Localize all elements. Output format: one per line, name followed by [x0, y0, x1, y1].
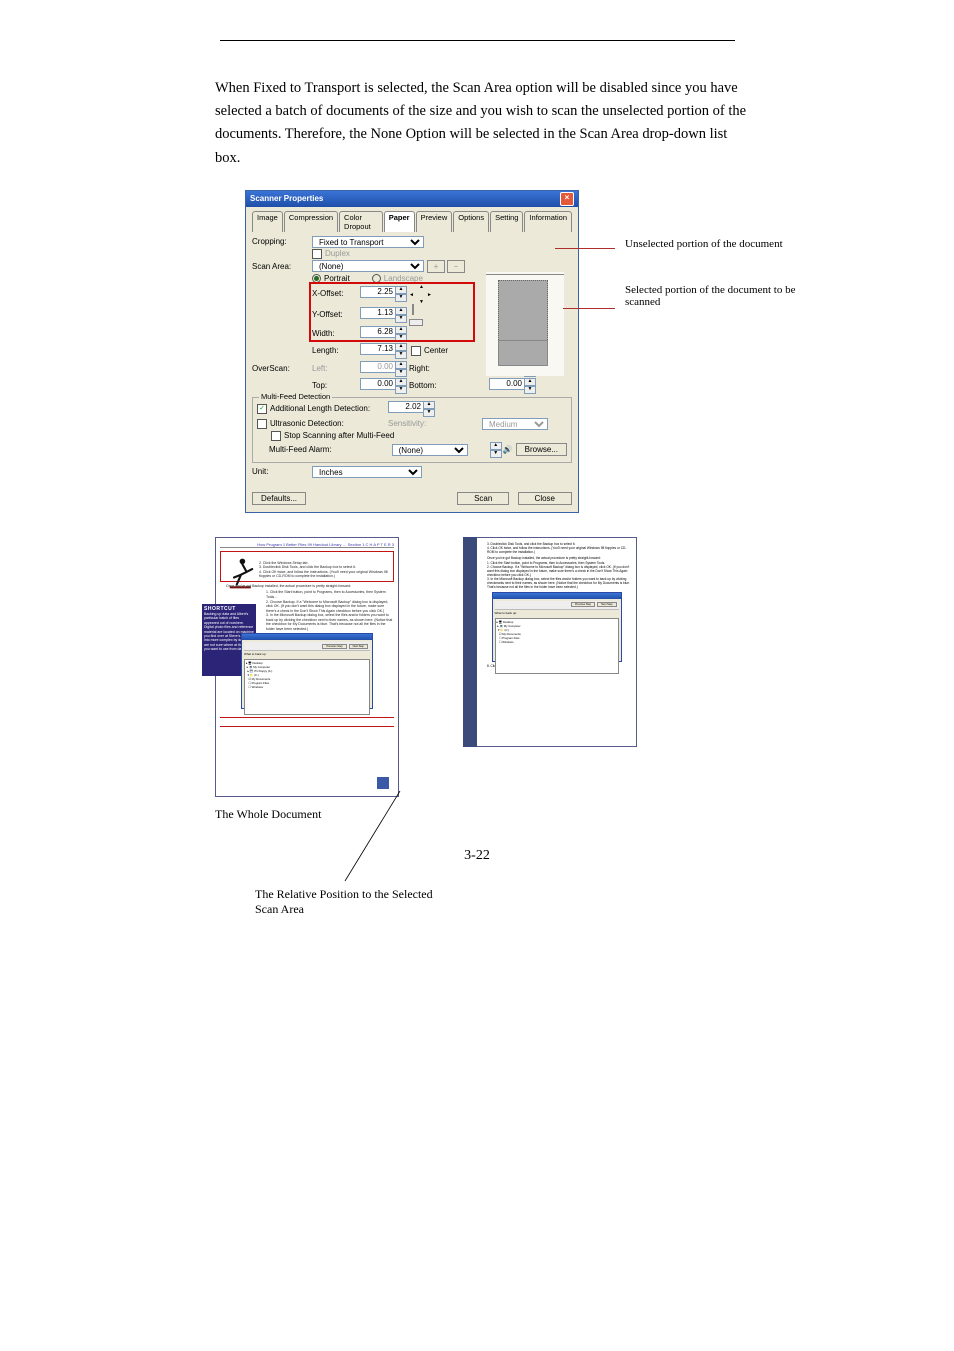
additional-length-label: Additional Length Detection: — [270, 404, 388, 413]
ultrasonic-label: Ultrasonic Detection: — [270, 419, 388, 428]
leader-line — [325, 791, 415, 891]
tab-bar: Image Compression Color Dropout Paper Pr… — [252, 211, 572, 232]
mini-backup-window: Previous StepNext Step What to back up: … — [241, 633, 373, 709]
page-number: 3-22 — [464, 848, 490, 864]
width-label: Width: — [312, 329, 360, 338]
width-input[interactable] — [360, 326, 396, 338]
scan-area-select[interactable]: (None) — [312, 260, 424, 272]
overscan-top-input[interactable] — [360, 378, 396, 390]
overscan-left-label: Left: — [312, 364, 360, 373]
alarm-label: Multi-Feed Alarm: — [269, 445, 392, 454]
stop-scanning-checkbox[interactable] — [271, 431, 281, 441]
unit-select[interactable]: Inches — [312, 466, 422, 478]
sensitivity-label: Sensitivity: — [388, 419, 434, 428]
center-label: Center — [424, 346, 448, 355]
tab-options[interactable]: Options — [453, 211, 489, 232]
ultrasonic-checkbox[interactable] — [257, 419, 267, 429]
scan-button[interactable]: Scan — [457, 492, 509, 505]
overscan-right-label: Right: — [409, 364, 439, 373]
defaults-button[interactable]: Defaults... — [252, 492, 306, 505]
chapter-bar: How Program 1 Better Files 99 Handout Li… — [220, 542, 394, 548]
duplex-checkbox — [312, 249, 322, 259]
tab-color-dropout[interactable]: Color Dropout — [339, 211, 383, 232]
tab-setting[interactable]: Setting — [490, 211, 523, 232]
additional-length-input[interactable] — [388, 401, 424, 413]
unit-label: Unit: — [252, 467, 312, 476]
additional-length-checkbox[interactable] — [257, 404, 267, 414]
tab-paper[interactable]: Paper — [384, 211, 415, 232]
dialog-title: Scanner Properties — [250, 194, 323, 203]
speaker-icon[interactable]: 🔊 — [503, 445, 513, 454]
overscan-top-label: Top: — [312, 381, 360, 390]
x-offset-label: X-Offset: — [312, 289, 360, 298]
example-whole-document: How Program 1 Better Files 99 Handout Li… — [215, 537, 399, 797]
scan-area-label: Scan Area: — [252, 262, 312, 271]
tab-preview[interactable]: Preview — [416, 211, 453, 232]
selected-scan-margin — [463, 537, 477, 747]
scan-area-add: + — [427, 260, 445, 273]
offset-joystick-icon[interactable]: ▲ ◄ ► ▼ — [409, 284, 431, 304]
overscan-left-input — [360, 361, 396, 373]
tab-image[interactable]: Image — [252, 211, 283, 232]
multi-feed-group: Multi-Feed Detection Additional Length D… — [252, 397, 572, 463]
sensitivity-select: Medium — [482, 418, 548, 430]
multi-feed-legend: Multi-Feed Detection — [259, 392, 332, 401]
alarm-select[interactable]: (None) — [392, 444, 468, 456]
landscape-label: Landscape — [384, 274, 423, 283]
selected-portion-note: Selected portion of the document to be s… — [625, 284, 815, 308]
intro-paragraph: When Fixed to Transport is selected, the… — [215, 77, 755, 170]
y-offset-label: Y-Offset: — [312, 310, 360, 319]
portrait-label: Portrait — [324, 274, 350, 283]
overscan-bottom-label: Bottom: — [409, 381, 439, 390]
close-icon[interactable]: × — [560, 192, 574, 206]
length-input[interactable] — [360, 343, 396, 355]
y-offset-input[interactable] — [360, 307, 396, 319]
stop-scanning-label: Stop Scanning after Multi-Feed — [284, 431, 394, 440]
preview-pane — [486, 272, 564, 376]
relative-position-caption: The Relative Position to the Selected Sc… — [255, 887, 455, 917]
example-selected-document: 3. Doubleclick Disk Tools, and click the… — [477, 537, 637, 747]
tab-information[interactable]: Information — [524, 211, 572, 232]
tab-compression[interactable]: Compression — [284, 211, 338, 232]
cropping-label: Cropping: — [252, 237, 312, 246]
scanner-properties-dialog: Scanner Properties × Image Compression C… — [245, 190, 579, 513]
preview-selected-area — [498, 340, 548, 366]
unselected-portion-note: Unselected portion of the document — [625, 238, 815, 250]
browse-button[interactable]: Browse... — [516, 443, 567, 456]
close-button[interactable]: Close — [518, 492, 572, 505]
overscan-label: OverScan: — [252, 364, 312, 373]
red-frame-top: 2. Click the Windows Setup tab. 3. Doubl… — [220, 551, 394, 582]
center-checkbox[interactable] — [411, 346, 421, 356]
offset-slider[interactable] — [409, 305, 431, 325]
duplex-label: Duplex — [325, 249, 350, 258]
landscape-radio — [372, 274, 381, 283]
preview-unselected-area — [498, 280, 548, 342]
length-label: Length: — [312, 346, 360, 355]
x-offset-input[interactable] — [360, 286, 396, 298]
cropping-select[interactable]: Fixed to Transport — [312, 236, 424, 248]
scan-area-notch — [377, 777, 389, 789]
overscan-bottom-input[interactable] — [489, 378, 525, 390]
scan-area-remove: − — [447, 260, 465, 273]
portrait-radio[interactable] — [312, 274, 321, 283]
